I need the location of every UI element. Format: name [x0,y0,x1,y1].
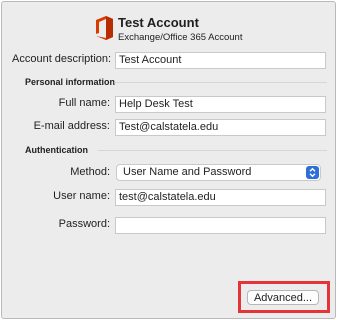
description-label: Account description: [12,53,112,65]
updown-chevron-icon [306,166,319,179]
password-field[interactable] [115,217,326,234]
full-name-field[interactable]: Help Desk Test [115,96,326,113]
full-name-label: Full name: [58,97,110,109]
advanced-highlight-box: Advanced... [238,281,330,313]
method-select[interactable]: User Name and Password [116,164,321,181]
method-selected-value: User Name and Password [123,166,252,178]
account-settings-panel: Test Account Exchange/Office 365 Account… [1,1,336,319]
section-divider [114,82,327,83]
account-type: Exchange/Office 365 Account [118,32,243,43]
account-header: Test Account Exchange/Office 365 Account [92,13,312,47]
description-field[interactable]: Test Account [115,52,326,69]
advanced-button[interactable]: Advanced... [247,290,319,305]
email-label: E-mail address: [33,120,110,132]
username-field[interactable]: test@calstatela.edu [115,189,326,206]
email-field[interactable]: Test@calstatela.edu [115,119,326,136]
account-name: Test Account [118,15,199,30]
section-divider [98,150,327,151]
method-label: Method: [70,166,110,178]
office-365-icon [92,15,116,41]
username-label: User name: [53,190,110,202]
personal-info-heading: Personal information [25,77,116,87]
authentication-heading: Authentication [25,145,88,155]
password-label: Password: [58,218,110,230]
